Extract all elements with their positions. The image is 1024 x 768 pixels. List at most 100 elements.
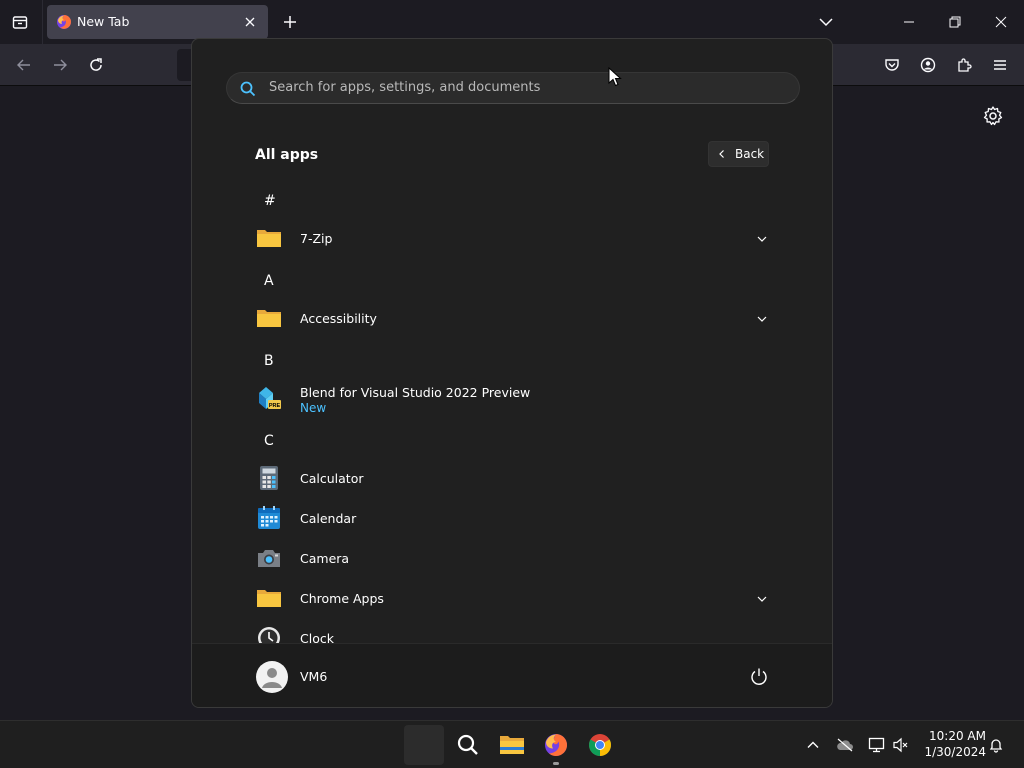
taskbar: 10:20 AM 1/30/2024 — [0, 720, 1024, 768]
calculator-icon — [260, 466, 278, 490]
user-icon — [262, 668, 282, 688]
all-apps-list: # 7-Zip A Accessibility B PRE Blend for … — [192, 179, 832, 643]
letter-header-b[interactable]: B — [264, 353, 274, 369]
app-item-accessibility[interactable]: Accessibility — [242, 301, 782, 337]
mouse-cursor-icon — [608, 67, 622, 87]
app-name: Chrome Apps — [300, 591, 384, 606]
pocket-button[interactable] — [880, 53, 904, 77]
blend-icon: PRE — [259, 387, 281, 409]
start-button[interactable] — [404, 725, 444, 765]
app-name: Camera — [300, 551, 350, 566]
notifications-button[interactable] — [986, 735, 1006, 755]
app-item-camera[interactable]: Camera — [242, 541, 782, 577]
letter-header-c[interactable]: C — [264, 433, 274, 449]
show-hidden-icons-button[interactable] — [803, 735, 823, 755]
puzzle-icon — [958, 58, 972, 72]
app-item-clock[interactable]: Clock — [242, 621, 782, 643]
tab-new-tab[interactable]: New Tab — [47, 5, 268, 39]
app-name: Accessibility — [300, 311, 377, 326]
back-button[interactable]: Back — [708, 141, 769, 167]
chevron-down-icon[interactable] — [756, 233, 768, 245]
app-item-blend[interactable]: PRE Blend for Visual Studio 2022 Preview… — [242, 379, 782, 421]
back-nav-button[interactable] — [12, 53, 36, 77]
chevron-down-icon[interactable] — [756, 593, 768, 605]
start-menu: Search for apps, settings, and documents… — [191, 38, 833, 708]
search-icon — [457, 734, 478, 755]
firefox-view-icon — [12, 16, 28, 29]
power-icon[interactable] — [748, 666, 770, 688]
hamburger-menu-icon — [994, 60, 1006, 70]
list-all-tabs-chevron-icon[interactable] — [816, 12, 836, 32]
bell-icon — [989, 739, 1003, 753]
chrome-icon — [589, 734, 611, 756]
firefox-icon — [57, 15, 71, 29]
extensions-button[interactable] — [952, 53, 976, 77]
taskbar-clock[interactable]: 10:20 AM 1/30/2024 — [920, 728, 986, 760]
app-name: Clock — [300, 631, 334, 643]
app-name: Calculator — [300, 471, 364, 486]
cloud-offline-icon — [837, 738, 853, 752]
firefox-taskbar-button[interactable] — [536, 725, 576, 765]
file-explorer-button[interactable] — [492, 725, 532, 765]
close-window-button[interactable] — [989, 10, 1013, 34]
file-explorer-icon — [500, 736, 524, 754]
camera-icon — [258, 550, 280, 567]
app-item-7zip[interactable]: 7-Zip — [242, 221, 782, 257]
account-button[interactable] — [916, 53, 940, 77]
restore-button[interactable] — [943, 10, 967, 34]
close-icon — [995, 16, 1007, 28]
folder-icon — [257, 590, 281, 607]
start-footer: VM6 — [192, 643, 832, 707]
search-placeholder: Search for apps, settings, and documents — [269, 80, 541, 95]
gear-icon[interactable] — [982, 105, 1004, 127]
tabbar-separator — [42, 0, 43, 44]
pocket-icon — [885, 59, 899, 71]
letter-header-hash[interactable]: # — [264, 193, 276, 209]
onedrive-tray-button[interactable] — [835, 735, 855, 755]
start-search-box[interactable]: Search for apps, settings, and documents — [226, 72, 800, 104]
folder-icon — [257, 230, 281, 247]
app-name: Blend for Visual Studio 2022 Preview — [300, 385, 531, 400]
firefox-running-indicator — [553, 762, 559, 765]
windows-logo-icon — [415, 736, 433, 754]
clock-icon — [258, 627, 280, 643]
app-item-calendar[interactable]: Calendar — [242, 501, 782, 537]
tab-title: New Tab — [77, 14, 130, 29]
app-item-calculator[interactable]: Calculator — [242, 461, 782, 497]
calendar-icon — [258, 506, 280, 529]
firefox-icon — [545, 734, 567, 757]
search-icon — [240, 81, 256, 97]
taskbar-search-button[interactable] — [448, 725, 488, 765]
menu-button[interactable] — [988, 53, 1012, 77]
reload-icon — [90, 58, 102, 71]
user-name[interactable]: VM6 — [300, 669, 327, 684]
close-tab-icon[interactable] — [242, 14, 258, 30]
reload-button[interactable] — [84, 53, 108, 77]
app-name: Calendar — [300, 511, 357, 526]
clock-time: 10:20 AM — [929, 729, 986, 743]
forward-nav-button[interactable] — [48, 53, 72, 77]
chevron-up-icon — [807, 741, 819, 748]
new-badge: New — [300, 401, 327, 415]
arrow-right-icon — [54, 59, 67, 71]
user-avatar[interactable] — [256, 661, 288, 693]
network-icon — [868, 737, 885, 753]
volume-muted-icon — [893, 737, 908, 753]
back-button-label: Back — [735, 147, 765, 161]
minimize-button[interactable] — [897, 10, 921, 34]
app-item-chrome-apps[interactable]: Chrome Apps — [242, 581, 782, 617]
svg-text:PRE: PRE — [269, 403, 281, 409]
letter-header-a[interactable]: A — [264, 273, 274, 289]
firefox-view-button[interactable] — [8, 10, 32, 34]
chrome-taskbar-button[interactable] — [580, 725, 620, 765]
app-name: 7-Zip — [300, 231, 333, 246]
minimize-icon — [904, 21, 914, 23]
network-tray-button[interactable] — [867, 735, 887, 755]
volume-tray-button[interactable] — [891, 735, 911, 755]
chevron-left-icon — [719, 150, 724, 158]
arrow-left-icon — [17, 59, 30, 71]
new-tab-plus-icon[interactable] — [280, 12, 300, 32]
clock-date: 1/30/2024 — [924, 745, 986, 759]
restore-icon — [949, 16, 961, 28]
chevron-down-icon[interactable] — [756, 313, 768, 325]
